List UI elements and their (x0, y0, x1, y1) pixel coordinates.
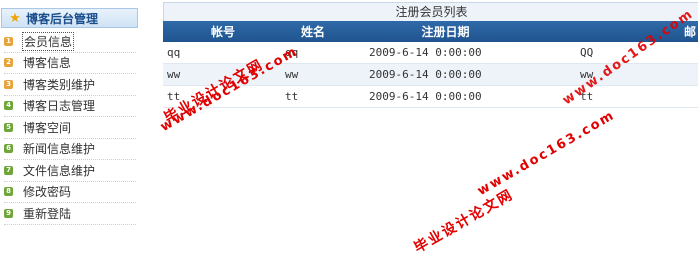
sidebar-item[interactable]: 3 博客类别维护 (4, 74, 136, 96)
cell-name: ww (283, 63, 343, 86)
column-header-account[interactable]: 帐号 (163, 21, 283, 42)
star-icon: ★ (9, 10, 21, 26)
column-header-reg-date[interactable]: 注册日期 (343, 21, 548, 42)
sidebar-menu: 1 会员信息 2 博客信息 3 博客类别维护 4 博客日志管理 5 博客空间 6 新闻信息维护 7 文件信… (4, 31, 136, 225)
cell-reg-date: 2009-6-14 0:00:00 (343, 63, 548, 86)
number-badge-icon: 9 (4, 208, 13, 218)
column-header-name[interactable]: 姓名 (283, 21, 343, 42)
sidebar-item[interactable]: 4 博客日志管理 (4, 96, 136, 117)
number-badge-icon: 7 (4, 165, 13, 175)
sidebar-item-label: 修改密码 (23, 185, 72, 200)
sidebar-item-label: 博客日志管理 (23, 99, 96, 114)
sidebar-header: ★ 博客后台管理 (1, 8, 138, 28)
sidebar-item-label: 博客类别维护 (23, 77, 96, 92)
number-badge-icon: 6 (4, 144, 13, 154)
table-header-row: 帐号 姓名 注册日期 邮 (163, 21, 698, 42)
number-badge-icon: 1 (4, 36, 13, 46)
sidebar-item[interactable]: 8 修改密码 (4, 182, 136, 203)
sidebar-title: 博客后台管理 (26, 11, 99, 26)
sidebar-item[interactable]: 7 文件信息维护 (4, 160, 136, 182)
table-title: 注册会员列表 (163, 2, 698, 21)
sidebar-item-label: 博客空间 (23, 120, 72, 135)
sidebar-item-label: 会员信息 (21, 31, 75, 51)
sidebar-item[interactable]: 9 重新登陆 (4, 203, 136, 225)
number-badge-icon: 2 (4, 58, 13, 68)
sidebar-item-label: 重新登陆 (23, 206, 72, 221)
sidebar: ★ 博客后台管理 1 会员信息 2 博客信息 3 博客类别维护 4 博客日志管理 5 博客空间 6 新… (0, 0, 140, 243)
number-badge-icon: 4 (4, 101, 13, 111)
cell-reg-date: 2009-6-14 0:00:00 (343, 85, 548, 108)
number-badge-icon: 3 (4, 79, 13, 89)
main-content: 注册会员列表 帐号 姓名 注册日期 邮 qq qq 2009-6-14 0:00:0… (163, 0, 698, 243)
number-badge-icon: 5 (4, 122, 13, 132)
sidebar-item[interactable]: 2 博客信息 (4, 53, 136, 74)
number-badge-icon: 8 (4, 187, 13, 197)
sidebar-item[interactable]: 1 会员信息 (4, 31, 136, 53)
cell-reg-date: 2009-6-14 0:00:00 (343, 42, 548, 64)
cell-name: tt (283, 85, 343, 108)
sidebar-item[interactable]: 5 博客空间 (4, 117, 136, 139)
sidebar-item-label: 新闻信息维护 (23, 142, 96, 157)
sidebar-item-label: 文件信息维护 (23, 163, 96, 178)
sidebar-item[interactable]: 6 新闻信息维护 (4, 139, 136, 160)
sidebar-item-label: 博客信息 (23, 56, 72, 71)
